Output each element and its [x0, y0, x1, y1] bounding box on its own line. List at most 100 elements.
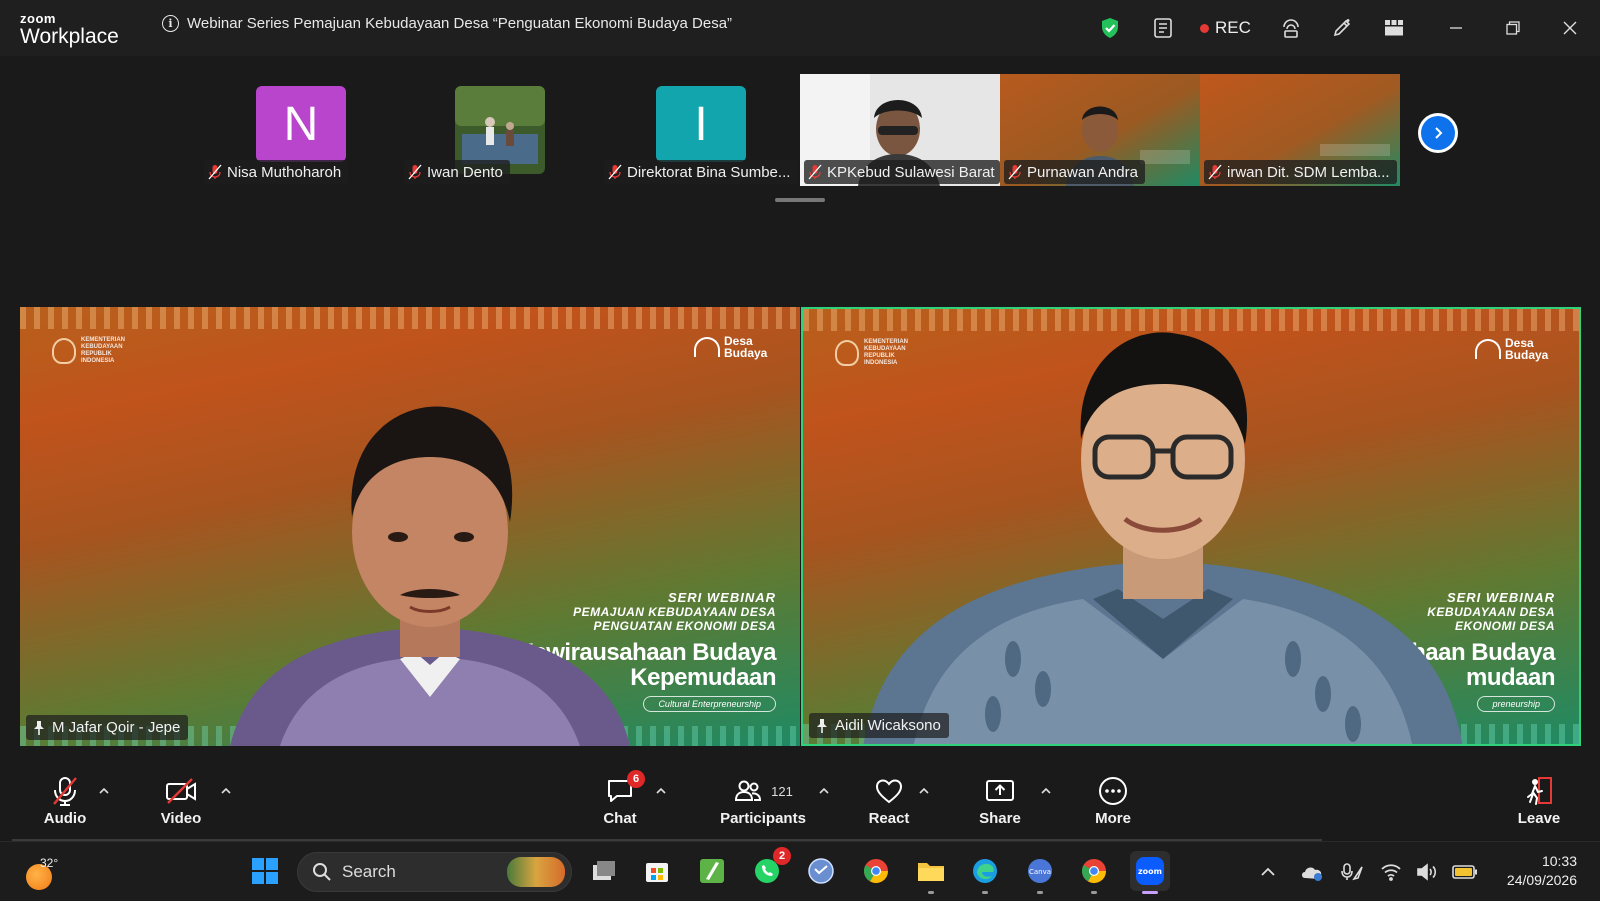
- onedrive-icon[interactable]: [1300, 842, 1324, 901]
- wifi-icon[interactable]: [1380, 842, 1402, 901]
- weather-widget[interactable]: 32°: [26, 854, 66, 890]
- participants-button[interactable]: 121 Participants: [713, 772, 813, 836]
- taskbar-app-whatsapp[interactable]: 2: [747, 847, 791, 891]
- chevron-up-icon: [819, 787, 829, 794]
- search-highlight-image: [507, 857, 565, 887]
- audio-button[interactable]: Audio: [42, 772, 88, 836]
- taskbar-app-zoom[interactable]: zoom: [1130, 851, 1170, 894]
- mic-muted-icon: [53, 777, 77, 806]
- live-stream-icon[interactable]: [1274, 11, 1308, 45]
- chevron-up-icon: [656, 787, 666, 794]
- taskbar-app-chrome[interactable]: [856, 851, 896, 891]
- mic-muted-icon: [1008, 164, 1022, 180]
- react-button[interactable]: React: [866, 772, 912, 836]
- system-clock[interactable]: 10:33 24/09/2026: [1495, 852, 1577, 890]
- chevron-right-icon: [1435, 127, 1443, 139]
- close-icon[interactable]: [1546, 0, 1594, 56]
- meeting-title[interactable]: i Webinar Series Pemajuan Kebudayaan Des…: [162, 15, 732, 32]
- participant-thumbnail[interactable]: I Direktorat Bina Sumbe...: [600, 74, 800, 186]
- chrome-icon: [863, 859, 888, 884]
- participant-name-tag: Nisa Muthoharoh: [204, 160, 349, 184]
- speaker-video: [230, 406, 630, 746]
- canva-icon: Canva: [1028, 859, 1052, 883]
- speaker-name-tag: M Jafar Qoir - Jepe: [26, 715, 189, 740]
- restore-icon[interactable]: [1489, 0, 1537, 56]
- zoom-logo: zoom Workplace: [20, 12, 119, 47]
- participant-name-tag: KPKebud Sulawesi Barat: [804, 160, 1000, 184]
- transcript-icon[interactable]: [1146, 11, 1180, 45]
- video-options-caret[interactable]: [219, 783, 233, 797]
- audio-options-caret[interactable]: [97, 783, 111, 797]
- chat-options-caret[interactable]: [654, 783, 668, 797]
- chevron-up-icon: [919, 787, 929, 794]
- taskbar-app-task-view[interactable]: [584, 851, 624, 891]
- participant-thumbnail[interactable]: Iwan Dento: [400, 74, 600, 186]
- windows-taskbar: 32° Search 2 Canva zoom 10:33 24/09/2026: [0, 841, 1600, 900]
- heart-icon: [875, 779, 903, 804]
- taskbar-app-globe[interactable]: [801, 851, 841, 891]
- battery-icon[interactable]: [1452, 842, 1478, 901]
- participant-name: Direktorat Bina Sumbe...: [627, 163, 791, 181]
- share-button[interactable]: Share: [977, 772, 1023, 836]
- next-page-button[interactable]: [1418, 113, 1458, 153]
- leave-icon: [1527, 777, 1552, 805]
- mic-muted-icon: [1208, 164, 1222, 180]
- shield-check-icon[interactable]: [1093, 11, 1127, 45]
- tray-overflow-icon[interactable]: [1260, 842, 1276, 901]
- participants-options-caret[interactable]: [817, 783, 831, 797]
- minimize-icon[interactable]: [1432, 0, 1480, 56]
- taskbar-app-file-explorer[interactable]: [911, 851, 951, 894]
- annotate-icon[interactable]: [1325, 11, 1359, 45]
- share-options-caret[interactable]: [1039, 783, 1053, 797]
- participant-thumbnail[interactable]: Purnawan Andra: [1000, 74, 1200, 186]
- participant-name-tag: Iwan Dento: [404, 160, 510, 184]
- taskbar-app-canva[interactable]: Canva: [1020, 851, 1060, 894]
- info-icon[interactable]: i: [162, 15, 179, 32]
- more-button[interactable]: More: [1090, 772, 1136, 836]
- taskbar-search[interactable]: Search: [297, 852, 572, 892]
- video-button[interactable]: Video: [158, 772, 204, 836]
- taskbar-app-edge[interactable]: [965, 851, 1005, 894]
- whatsapp-badge: 2: [773, 847, 791, 865]
- leave-button[interactable]: Leave: [1516, 772, 1562, 836]
- arch-icon: [694, 337, 720, 357]
- volume-icon[interactable]: [1416, 842, 1438, 901]
- participant-name-tag: irwan Dit. SDM Lemba...: [1204, 160, 1397, 184]
- notes-icon: [700, 859, 724, 883]
- taskbar-app-notes[interactable]: [692, 851, 732, 891]
- desa-budaya-logo: Desa Budaya: [1475, 337, 1548, 361]
- taskbar-app-store[interactable]: [637, 851, 677, 891]
- gallery-view-icon[interactable]: [1377, 11, 1411, 45]
- speaker-name-tag: Aidil Wicaksono: [809, 713, 949, 738]
- avatar: I: [656, 86, 746, 162]
- title-bar: zoom Workplace i Webinar Series Pemajuan…: [0, 0, 1600, 56]
- kementerian-logo: KEMENTERIAN KEBUDAYAAN REPUBLIK INDONESIA: [52, 337, 125, 365]
- chrome-icon: [1081, 859, 1106, 884]
- participant-thumbnail[interactable]: N Nisa Muthoharoh: [200, 74, 400, 186]
- pin-icon: [817, 718, 827, 733]
- participant-name: Nisa Muthoharoh: [227, 163, 342, 181]
- participant-name: KPKebud Sulawesi Barat: [827, 163, 995, 181]
- chat-button[interactable]: 6 Chat: [599, 770, 645, 836]
- mic-location-icon[interactable]: [1340, 842, 1364, 901]
- video-tile-speaker-1[interactable]: KEMENTERIAN KEBUDAYAAN REPUBLIK INDONESIA D…: [20, 307, 800, 746]
- svg-text:zoom: zoom: [1138, 867, 1162, 876]
- strip-page-indicator: [775, 198, 825, 202]
- pin-icon: [34, 720, 44, 735]
- react-options-caret[interactable]: [917, 783, 931, 797]
- participants-icon: [735, 780, 762, 801]
- participant-thumbnail[interactable]: KPKebud Sulawesi Barat: [800, 74, 1000, 186]
- mic-muted-icon: [208, 164, 222, 180]
- rec-label: REC: [1215, 18, 1251, 37]
- share-screen-icon: [986, 780, 1014, 801]
- taskbar-app-chrome-2[interactable]: [1074, 851, 1114, 894]
- recording-indicator[interactable]: REC: [1200, 18, 1251, 38]
- chevron-up-icon: [1041, 787, 1051, 794]
- start-button[interactable]: [245, 851, 285, 891]
- mic-muted-icon: [408, 164, 422, 180]
- speaker-video: [863, 332, 1463, 744]
- participant-name-tag: Direktorat Bina Sumbe...: [604, 160, 798, 184]
- video-tile-active-speaker[interactable]: KEMENTERIAN KEBUDAYAAN REPUBLIK INDONESIA D…: [801, 307, 1581, 746]
- zoom-icon: zoom: [1136, 857, 1164, 885]
- participant-thumbnail[interactable]: irwan Dit. SDM Lemba...: [1200, 74, 1400, 186]
